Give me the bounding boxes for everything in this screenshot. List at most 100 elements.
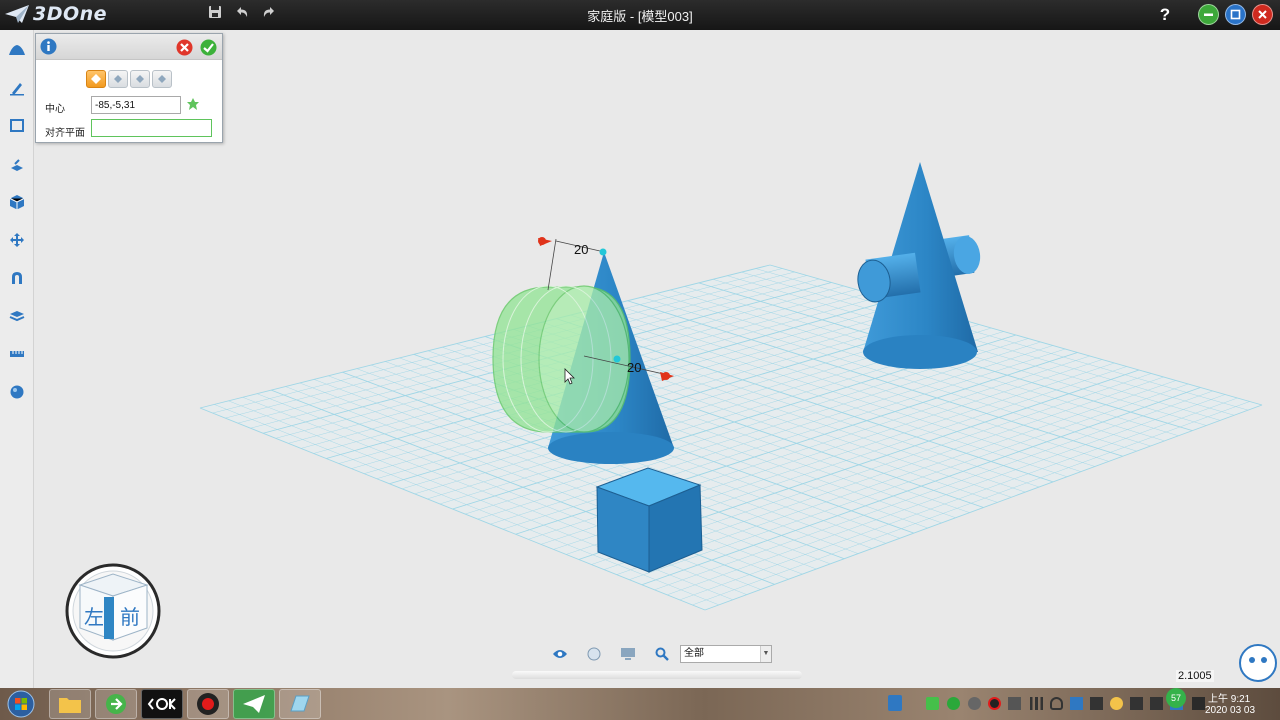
view-cube-front-face[interactable]: 前: [120, 605, 140, 629]
taskbar-recorder[interactable]: [187, 689, 229, 719]
sketch-button[interactable]: [5, 76, 29, 100]
filter-dropdown[interactable]: 全部 ▼: [680, 645, 772, 663]
close-button[interactable]: [1252, 4, 1273, 25]
center-input[interactable]: [91, 96, 181, 114]
diamond-icon: [114, 75, 122, 83]
tray-badge[interactable]: 57: [1166, 688, 1186, 708]
start-button[interactable]: [2, 689, 40, 719]
signal-icon[interactable]: [1030, 697, 1043, 710]
chevron-down-icon: ▼: [760, 646, 771, 662]
paper-plane-icon: [243, 695, 265, 713]
app-logo: 3DOne: [4, 3, 107, 25]
mode-button-4[interactable]: [152, 70, 172, 88]
eye-icon: [553, 650, 567, 658]
monitor-icon: [621, 648, 635, 660]
tray-app-icon[interactable]: [1130, 697, 1143, 710]
layers-icon: [9, 311, 25, 322]
corner-help-icon[interactable]: [1239, 644, 1277, 682]
eok-logo-icon: [147, 698, 176, 710]
pick-point-icon[interactable]: [186, 97, 200, 111]
restore-button[interactable]: [1225, 4, 1246, 25]
center-label: 中心: [45, 104, 65, 115]
filter-dropdown-value: 全部: [684, 648, 704, 659]
mode-button-1[interactable]: [86, 70, 106, 88]
windows-taskbar: 57: [0, 688, 1280, 720]
save-button[interactable]: [204, 4, 226, 26]
cube-shape[interactable]: [595, 467, 703, 573]
cone-with-cylinder[interactable]: [855, 162, 982, 369]
app-window: 3DOne 家庭版 - [模型003] ? 20 20 左 前 中心 -85,-…: [0, 0, 1280, 720]
taskbar-app-eok[interactable]: [141, 689, 183, 719]
special-feature-button[interactable]: [5, 190, 29, 214]
render-mode-button[interactable]: [585, 645, 603, 663]
rectangle-sketch-icon: [10, 119, 24, 132]
display-button[interactable]: [619, 645, 637, 663]
windows-start-icon: [7, 690, 35, 718]
coordinate-readout: 2.1005: [1176, 670, 1214, 682]
tray-app-icon[interactable]: [968, 697, 981, 710]
taskbar-browser[interactable]: [95, 689, 137, 719]
mode-button-3[interactable]: [130, 70, 150, 88]
cylinder-preview[interactable]: [492, 285, 631, 433]
tray-app-icon[interactable]: [926, 697, 939, 710]
combine-button[interactable]: [5, 266, 29, 290]
dimension-label-height[interactable]: 20: [574, 242, 588, 257]
window-app-icon: [290, 695, 310, 712]
app-name: 3DOne: [33, 3, 108, 25]
title-bar: 3DOne 家庭版 - [模型003] ?: [0, 0, 1280, 30]
input-method-icon[interactable]: [888, 695, 902, 711]
minimize-button[interactable]: [1198, 4, 1219, 25]
align-plane-label: 对齐平面: [45, 128, 85, 139]
clock-date[interactable]: 2020 03 03: [1205, 705, 1255, 716]
tray-app-icon[interactable]: [1070, 697, 1083, 710]
info-icon[interactable]: [40, 38, 57, 55]
help-button[interactable]: ?: [1156, 3, 1174, 27]
shapes-icon: [9, 45, 25, 55]
pencil-icon: [10, 83, 24, 96]
feature-button[interactable]: [5, 152, 29, 176]
tray-recorder-icon[interactable]: [988, 697, 1001, 710]
confirm-icon[interactable]: [200, 39, 217, 56]
material-button[interactable]: [5, 380, 29, 404]
view-cube-left-face[interactable]: 左: [84, 605, 104, 629]
tray-app-icon[interactable]: [1008, 697, 1021, 710]
redo-button[interactable]: [258, 4, 280, 26]
bottom-toolbar: 全部 ▼: [548, 643, 788, 665]
dimension-label-radius[interactable]: 20: [627, 360, 641, 375]
move-button[interactable]: [5, 228, 29, 252]
zoom-button[interactable]: [653, 645, 671, 663]
taskbar-app-6[interactable]: [279, 689, 321, 719]
sketch-edit-button[interactable]: [5, 114, 29, 138]
taskbar-3done[interactable]: [233, 689, 275, 719]
save-icon: [209, 6, 221, 18]
magnet-icon: [12, 272, 22, 284]
tray-app-icon[interactable]: [1110, 697, 1123, 710]
volume-icon[interactable]: [1192, 697, 1205, 710]
undo-button[interactable]: [231, 4, 253, 26]
cloud-icon[interactable]: [1050, 697, 1063, 710]
clock-time[interactable]: 上午 9:21: [1208, 690, 1250, 705]
mode-button-2[interactable]: [108, 70, 128, 88]
sphere-icon: [10, 385, 24, 399]
taskbar-explorer[interactable]: [49, 689, 91, 719]
redo-icon: [263, 7, 274, 17]
cancel-icon[interactable]: [176, 39, 193, 56]
browser-icon: [106, 694, 126, 714]
tray-app-icon[interactable]: [1090, 697, 1103, 710]
align-plane-input[interactable]: [91, 119, 212, 137]
diamond-icon: [158, 75, 166, 83]
bottom-status-strip: [512, 671, 802, 679]
pattern-button[interactable]: [5, 304, 29, 328]
diamond-icon: [91, 74, 101, 84]
measure-button[interactable]: [5, 342, 29, 366]
view-button[interactable]: [551, 645, 569, 663]
tray-app-icon[interactable]: [947, 697, 960, 710]
view-cube[interactable]: 左 前: [65, 563, 161, 659]
network-icon[interactable]: [1150, 697, 1163, 710]
diamond-icon: [136, 75, 144, 83]
basic-shapes-button[interactable]: [5, 38, 29, 62]
window-title: 家庭版 - [模型003]: [587, 9, 693, 24]
work-plane-grid: [199, 264, 1263, 611]
undo-icon: [237, 7, 248, 17]
cylinder-property-panel: 中心 对齐平面: [35, 33, 223, 143]
